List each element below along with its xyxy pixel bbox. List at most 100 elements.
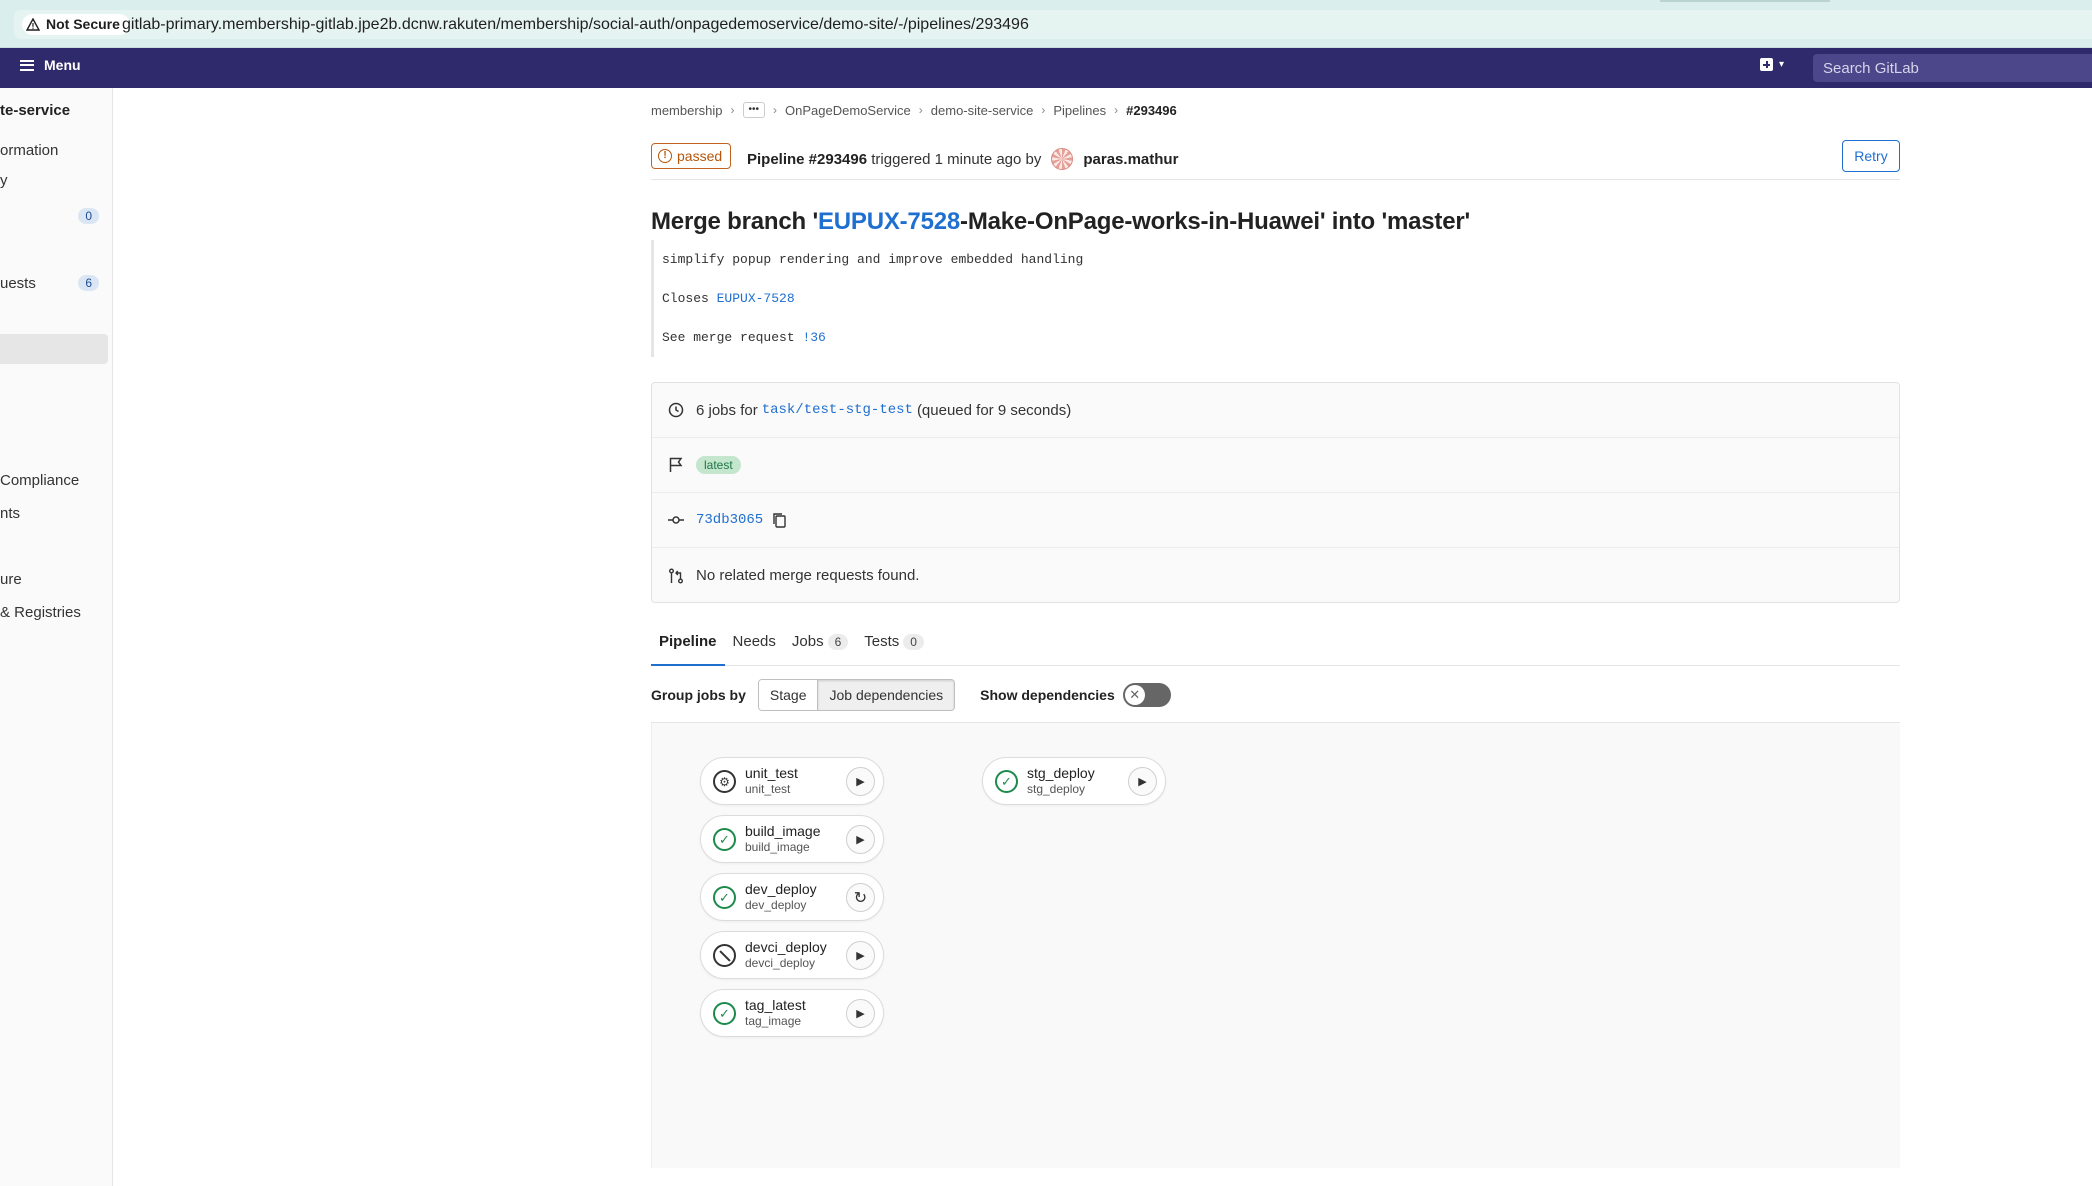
tab-label: Jobs [791,633,824,650]
group-by-dependencies-button[interactable]: Job dependencies [817,680,955,710]
title-prefix: Merge branch ' [651,208,818,235]
user-link[interactable]: paras.mathur [1083,151,1178,168]
job-stg-deploy[interactable]: ✓ stg_deploy stg_deploy ▶ [982,757,1166,805]
sidebar-project-name[interactable]: te-service [0,102,70,119]
play-icon[interactable]: ▶ [846,767,875,796]
play-icon[interactable]: ▶ [1128,767,1157,796]
manual-gear-icon: ⚙ [713,770,736,793]
plus-square-icon [1760,58,1773,71]
hamburger-icon [20,59,34,71]
sidebar-item-repository[interactable]: y [0,172,8,189]
avatar[interactable] [1051,148,1074,170]
sidebar-item-security-compliance[interactable]: Compliance [0,472,79,489]
tab-label: Pipeline [659,633,717,650]
closes-issue-link[interactable]: EUPUX-7528 [717,291,795,306]
breadcrumb-onpagedemoservice[interactable]: OnPageDemoService [785,103,911,118]
job-name: dev_deploy [745,881,817,897]
flag-icon [667,456,685,474]
job-tag-latest[interactable]: ✓ tag_latest tag_image ▶ [700,989,884,1037]
security-indicator[interactable]: Not Secure [22,14,130,35]
no-merge-requests-text: No related merge requests found. [696,567,920,584]
tab-label: Needs [732,633,776,650]
job-build-image[interactable]: ✓ build_image build_image ▶ [700,815,884,863]
play-icon[interactable]: ▶ [846,999,875,1028]
address-url[interactable]: gitlab-primary.membership-gitlab.jpe2b.d… [122,14,1029,35]
branch-link[interactable]: task/test-stg-test [762,402,913,418]
job-name: stg_deploy [1027,765,1095,781]
show-dependencies-label: Show dependencies [980,687,1115,703]
title-issue-link[interactable]: EUPUX-7528 [818,208,960,235]
tab-jobs[interactable]: Jobs 6 [784,624,856,666]
breadcrumb-pipelines[interactable]: Pipelines [1053,103,1106,118]
retry-button[interactable]: Retry [1842,140,1900,172]
search-input[interactable] [1813,54,2092,82]
job-unit-test[interactable]: ⚙ unit_test unit_test ▶ [700,757,884,805]
browser-url-bar[interactable]: Not Secure gitlab-primary.membership-git… [0,0,2092,48]
latest-badge[interactable]: latest [696,456,741,474]
job-stage: devci_deploy [745,956,816,970]
page-load-indicator [1660,0,1830,2]
tab-tests[interactable]: Tests 0 [856,624,932,666]
commit-row: 73db3065 [652,493,1899,548]
sidebar-item-project-information[interactable]: ormation [0,142,58,159]
play-icon[interactable]: ▶ [846,825,875,854]
group-jobs-label: Group jobs by [651,687,746,703]
commit-message-line: simplify popup rendering and improve emb… [662,252,1084,267]
copy-icon[interactable] [773,512,786,528]
page-title: Merge branch 'EUPUX-7528-Make-OnPage-wor… [651,208,1470,236]
pipeline-graph: ⚙ unit_test unit_test ▶ ✓ build_image bu… [651,722,1900,1168]
breadcrumb-current[interactable]: #293496 [1126,103,1177,118]
chevron-right-icon: › [773,103,778,117]
show-dependencies-toggle[interactable]: ✕ [1122,683,1171,707]
merge-request-link[interactable]: !36 [802,330,825,345]
job-name: devci_deploy [745,939,827,955]
top-navbar: Menu ▾ [0,48,2092,88]
retry-icon[interactable]: ↻ [846,883,875,912]
job-name: build_image [745,823,821,839]
sidebar-active-item[interactable] [0,334,108,364]
sidebar-item-packages-registries[interactable]: & Registries [0,604,81,621]
status-badge[interactable]: ! passed [651,143,732,169]
job-devci-deploy[interactable]: devci_deploy devci_deploy ▶ [700,931,884,979]
tab-needs[interactable]: Needs [725,624,784,666]
breadcrumb-expand-button[interactable]: ••• [742,102,766,118]
play-icon[interactable]: ▶ [846,941,875,970]
see-mr-prefix: See merge request [662,330,803,345]
group-jobs-controls: Group jobs by Stage Job dependencies Sho… [651,678,1171,712]
jobs-summary-row: 6 jobs for task/test-stg-test (queued fo… [652,383,1899,438]
project-sidebar: te-service ormation y 0 uests 6 Complian… [0,88,113,1186]
sidebar-item-deployments[interactable]: nts [0,505,20,522]
skipped-icon [713,944,736,967]
tab-jobs-count: 6 [827,634,849,650]
sidebar-item-merge-requests[interactable]: uests 6 [0,275,112,292]
sidebar-item-infrastructure[interactable]: ure [0,571,22,588]
menu-button[interactable]: Menu [20,57,81,73]
job-stage: dev_deploy [745,898,807,912]
queued-text: (queued for 9 seconds) [916,401,1072,419]
menu-label: Menu [44,57,81,73]
pipeline-header: ! passed Pipeline #293496 triggered 1 mi… [651,140,1900,180]
job-stage: build_image [745,840,810,854]
tab-pipeline[interactable]: Pipeline [651,624,725,666]
merge-requests-row: No related merge requests found. [652,548,1899,603]
security-label: Not Secure [46,16,120,32]
group-by-stage-button[interactable]: Stage [758,680,818,710]
commit-sha-link[interactable]: 73db3065 [696,512,763,528]
pipeline-tabs: Pipeline Needs Jobs 6 Tests 0 [651,624,1900,666]
chevron-right-icon: › [918,103,923,117]
chevron-down-icon: ▾ [1779,59,1785,70]
job-stage: stg_deploy [1027,782,1086,796]
breadcrumb-membership[interactable]: membership [651,103,723,118]
new-dropdown-button[interactable]: ▾ [1760,58,1784,71]
badges-row: latest [652,438,1899,493]
tab-tests-count: 0 [903,634,924,650]
success-check-icon: ✓ [713,886,736,909]
breadcrumb-demo-site-service[interactable]: demo-site-service [931,103,1034,118]
title-suffix: -Make-OnPage-works-in-Huawei' into 'mast… [960,208,1470,235]
job-dev-deploy[interactable]: ✓ dev_deploy dev_deploy ↻ [700,873,884,921]
sidebar-item-label: uests [0,275,36,292]
success-check-icon: ✓ [713,1002,736,1025]
success-check-icon: ✓ [713,828,736,851]
commit-message: simplify popup rendering and improve emb… [651,240,1451,357]
chevron-right-icon: › [1041,103,1046,117]
